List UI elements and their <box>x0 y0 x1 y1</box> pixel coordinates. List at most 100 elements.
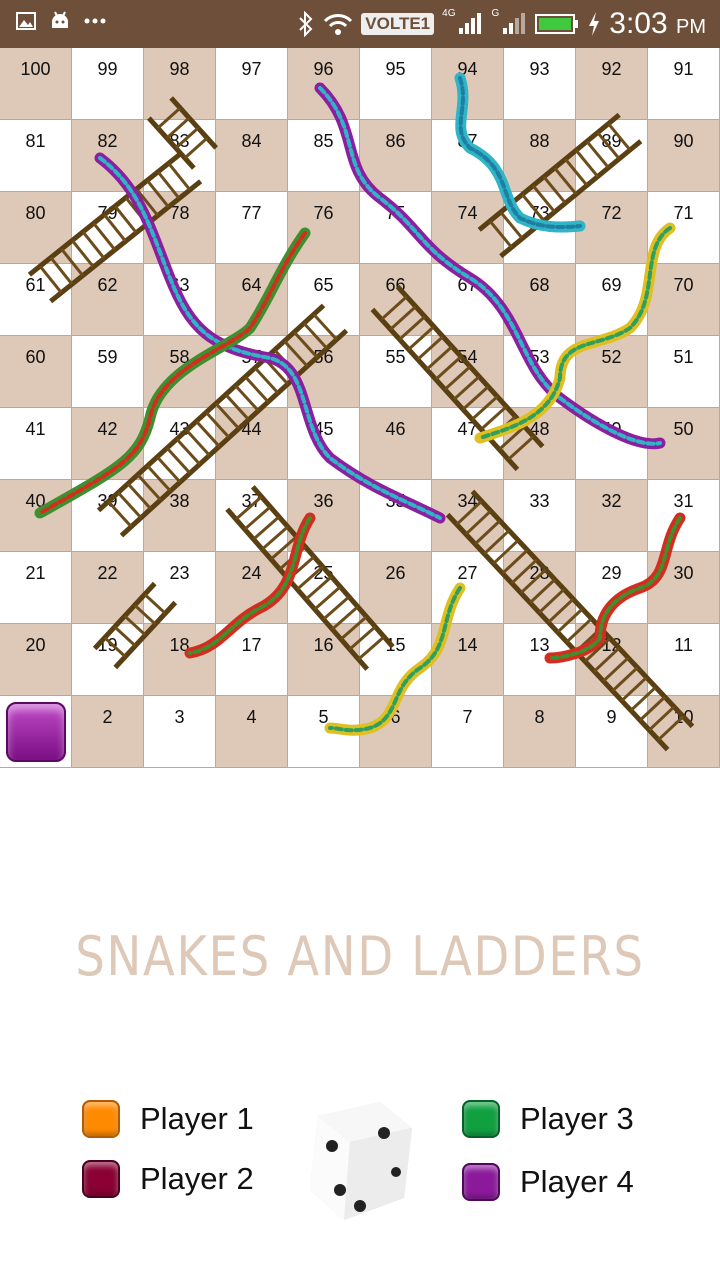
dice-five-icon[interactable] <box>300 1098 420 1228</box>
wifi-icon <box>324 14 353 35</box>
board-cell-49: 49 <box>576 408 648 480</box>
board-cell-19: 19 <box>72 624 144 696</box>
more-notifications-icon <box>84 18 106 24</box>
board-cell-57: 57 <box>216 336 288 408</box>
board-cell-18: 18 <box>144 624 216 696</box>
player-3-token-icon <box>462 1100 500 1138</box>
board-cell-68: 68 <box>504 264 576 336</box>
board-cell-93: 93 <box>504 48 576 120</box>
board-cell-16: 16 <box>288 624 360 696</box>
board-cell-70: 70 <box>648 264 720 336</box>
charging-icon <box>589 12 600 36</box>
board-cell-26: 26 <box>360 552 432 624</box>
board-cell-67: 67 <box>432 264 504 336</box>
board-cell-4: 4 <box>216 696 288 768</box>
player-2-label: Player 2 <box>140 1161 254 1196</box>
board-cell-28: 28 <box>504 552 576 624</box>
board-cell-72: 72 <box>576 192 648 264</box>
board-cell-59: 59 <box>72 336 144 408</box>
board-cell-34: 34 <box>432 480 504 552</box>
board-cell-77: 77 <box>216 192 288 264</box>
signal-sim1-icon <box>459 13 482 34</box>
player-3-entry: Player 3 <box>462 1100 634 1138</box>
board-cell-11: 11 <box>648 624 720 696</box>
board-cell-90: 90 <box>648 120 720 192</box>
board-cell-71: 71 <box>648 192 720 264</box>
board-cell-35: 35 <box>360 480 432 552</box>
board-cell-99: 99 <box>72 48 144 120</box>
board-cell-43: 43 <box>144 408 216 480</box>
board-cell-73: 73 <box>504 192 576 264</box>
board-cell-20: 20 <box>0 624 72 696</box>
player-1-entry: Player 1 <box>82 1100 254 1138</box>
board-cell-8: 8 <box>504 696 576 768</box>
board-cell-3: 3 <box>144 696 216 768</box>
player-4-token <box>6 702 66 762</box>
board-cell-21: 21 <box>0 552 72 624</box>
board-cell-92: 92 <box>576 48 648 120</box>
game-title: SNAKES AND LADDERS <box>75 925 645 988</box>
player-4-entry: Player 4 <box>462 1163 634 1201</box>
board-cell-2: 2 <box>72 696 144 768</box>
player-1-label: Player 1 <box>140 1101 254 1136</box>
board-cell-27: 27 <box>432 552 504 624</box>
board-cell-78: 78 <box>144 192 216 264</box>
board-cell-86: 86 <box>360 120 432 192</box>
board-cell-58: 58 <box>144 336 216 408</box>
board-cell-25: 25 <box>288 552 360 624</box>
board-cell-95: 95 <box>360 48 432 120</box>
board-cell-55: 55 <box>360 336 432 408</box>
board-cell-9: 9 <box>576 696 648 768</box>
board-cell-100: 100 <box>0 48 72 120</box>
board-cell-30: 30 <box>648 552 720 624</box>
board-cell-65: 65 <box>288 264 360 336</box>
board-cell-32: 32 <box>576 480 648 552</box>
player-2-token-icon <box>82 1160 120 1198</box>
board-cell-42: 42 <box>72 408 144 480</box>
board-cell-91: 91 <box>648 48 720 120</box>
status-bar: VOLTE1 4G G 3:03 PM <box>0 0 720 48</box>
board-cell-12: 12 <box>576 624 648 696</box>
board-cell-29: 29 <box>576 552 648 624</box>
board-cell-82: 82 <box>72 120 144 192</box>
board-cell-74: 74 <box>432 192 504 264</box>
board-cell-24: 24 <box>216 552 288 624</box>
board-cell-36: 36 <box>288 480 360 552</box>
board-cell-76: 76 <box>288 192 360 264</box>
board-cell-48: 48 <box>504 408 576 480</box>
board-cell-14: 14 <box>432 624 504 696</box>
game-board: 100 99 98 97 96 95 94 93 92 91 81 82 83 84 85 86 87 88 89 9… <box>0 48 720 768</box>
board-cell-60: 60 <box>0 336 72 408</box>
board-cell-83: 83 <box>144 120 216 192</box>
board-cell-22: 22 <box>72 552 144 624</box>
board-cell-56: 56 <box>288 336 360 408</box>
board-cell-81: 81 <box>0 120 72 192</box>
board-cell-6: 6 <box>360 696 432 768</box>
signal-sim2-icon <box>503 13 526 34</box>
player-3-label: Player 3 <box>520 1101 634 1136</box>
board-cell-45: 45 <box>288 408 360 480</box>
board-cell-89: 89 <box>576 120 648 192</box>
board-cell-38: 38 <box>144 480 216 552</box>
board-cell-40: 40 <box>0 480 72 552</box>
board-cell-61: 61 <box>0 264 72 336</box>
board-cell-62: 62 <box>72 264 144 336</box>
player-4-label: Player 4 <box>520 1164 634 1199</box>
gallery-icon <box>16 12 36 30</box>
board-cell-41: 41 <box>0 408 72 480</box>
board-cell-39: 39 <box>72 480 144 552</box>
board-cell-5: 5 <box>288 696 360 768</box>
board-cell-96: 96 <box>288 48 360 120</box>
board-cell-66: 66 <box>360 264 432 336</box>
board-cell-75: 75 <box>360 192 432 264</box>
board-cell-17: 17 <box>216 624 288 696</box>
network-type-2: G <box>491 8 500 19</box>
board-cell-46: 46 <box>360 408 432 480</box>
clock: 3:03 PM <box>609 7 706 40</box>
board-cell-79: 79 <box>72 192 144 264</box>
board-cell-37: 37 <box>216 480 288 552</box>
board-cell-50: 50 <box>648 408 720 480</box>
player-1-token-icon <box>82 1100 120 1138</box>
board-cell-31: 31 <box>648 480 720 552</box>
board-cell-98: 98 <box>144 48 216 120</box>
